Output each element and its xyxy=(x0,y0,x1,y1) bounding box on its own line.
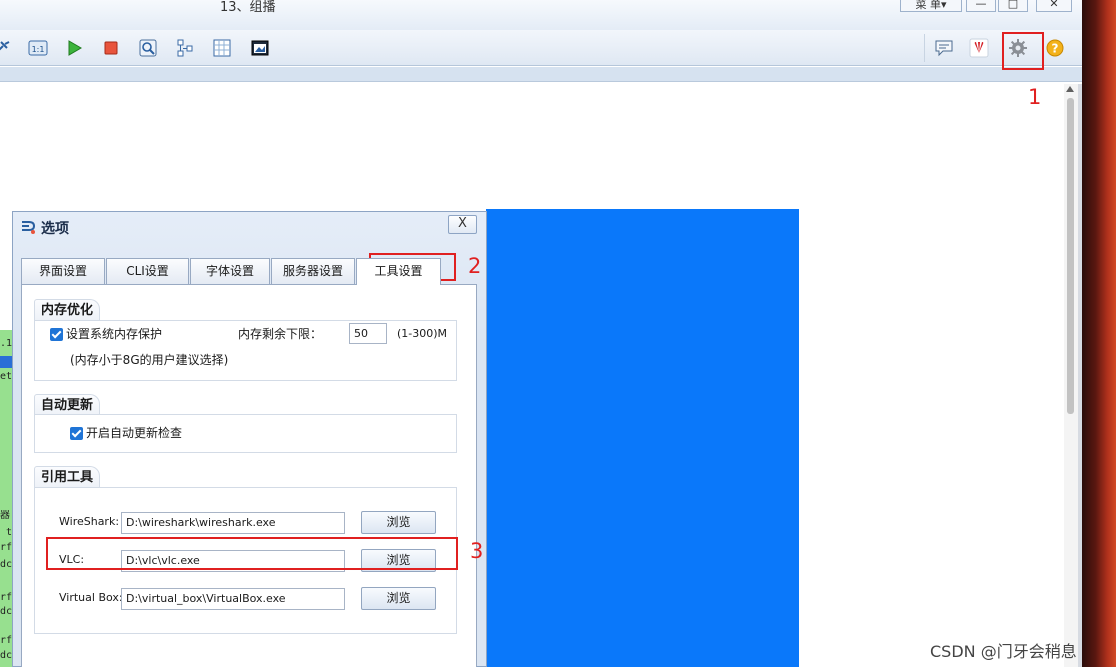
dialog-app-icon xyxy=(20,218,37,235)
scroll-up-arrow-icon[interactable] xyxy=(1066,86,1074,92)
memory-limit-label: 内存剩余下限： xyxy=(238,327,323,341)
window-title: 13、组播 xyxy=(220,0,276,15)
dialog-title: 选项 xyxy=(41,221,69,237)
stop-icon[interactable] xyxy=(101,38,121,58)
cli-text-strip: .1 et 器 t rf dc rf dc rf dc xyxy=(0,330,12,667)
virtualbox-path-input[interactable]: D:\virtual_box\VirtualBox.exe xyxy=(121,588,345,610)
svg-text:1:1: 1:1 xyxy=(32,45,45,54)
wireshark-path-input[interactable]: D:\wireshark\wireshark.exe xyxy=(121,512,345,534)
connect-icon[interactable] xyxy=(0,38,12,58)
cli-line: et xyxy=(0,371,12,382)
toolbar: 1:1 ? xyxy=(0,30,1082,66)
memory-protect-label: 设置系统内存保护 xyxy=(66,327,163,341)
cli-line: .1 xyxy=(0,338,12,349)
scrollbar-thumb[interactable] xyxy=(1067,98,1074,414)
tab-server-settings[interactable]: 服务器设置 xyxy=(271,258,355,284)
memory-protect-checkbox[interactable] xyxy=(50,328,63,341)
update-group: 开启自动更新检查 xyxy=(34,414,457,453)
annotation-box-1 xyxy=(1002,32,1044,70)
toolbar-separator xyxy=(924,34,925,62)
annotation-box-3 xyxy=(46,537,458,570)
svg-text:?: ? xyxy=(1052,42,1059,56)
topology-workspace-area[interactable] xyxy=(486,209,799,667)
cli-line: rf xyxy=(0,635,12,646)
tab-tool-settings[interactable]: 工具设置 xyxy=(356,258,441,285)
screenshot-icon[interactable] xyxy=(250,38,270,58)
tool-settings-panel: 内存优化 设置系统内存保护 内存剩余下限： 50 (1-300)M (内存小于8… xyxy=(21,284,477,667)
tab-font-settings[interactable]: 字体设置 xyxy=(190,258,270,284)
toolbar-bottom-strip xyxy=(0,67,1082,82)
csdn-watermark: CSDN @门牙会稍息 xyxy=(930,642,1077,661)
annotation-number-1: 1 xyxy=(1028,85,1042,109)
wireshark-label: WireShark: xyxy=(59,515,120,528)
cli-line: dc xyxy=(0,559,12,570)
memory-limit-input[interactable]: 50 xyxy=(349,323,387,344)
cli-line: rf xyxy=(0,592,12,603)
update-group-title: 自动更新 xyxy=(34,394,101,415)
wireshark-browse-button[interactable]: 浏览 xyxy=(361,511,436,534)
minimize-button[interactable]: — xyxy=(966,0,996,12)
desktop-background xyxy=(1082,0,1116,667)
annotation-number-3: 3 xyxy=(470,539,484,563)
start-icon[interactable] xyxy=(64,38,84,58)
title-bar: 13、组播 菜 单▾ — □ ✕ xyxy=(0,0,1082,30)
options-dialog: 选项 X 界面设置 CLI设置 字体设置 服务器设置 工具设置 内存优化 设置系… xyxy=(12,211,487,667)
grid-icon[interactable] xyxy=(212,38,232,58)
huawei-logo-icon[interactable] xyxy=(969,38,989,58)
memory-range-hint: (1-300)M xyxy=(397,327,448,340)
tab-interface-settings[interactable]: 界面设置 xyxy=(21,258,105,284)
menu-button[interactable]: 菜 单▾ xyxy=(900,0,962,12)
cli-line: rf xyxy=(0,542,12,553)
cli-line: 器 xyxy=(0,510,10,521)
cli-line: dc xyxy=(0,606,12,617)
capture-icon[interactable] xyxy=(138,38,158,58)
dialog-close-button[interactable]: X xyxy=(448,215,477,234)
memory-group: 设置系统内存保护 内存剩余下限： 50 (1-300)M (内存小于8G的用户建… xyxy=(34,320,457,381)
tools-group-title: 引用工具 xyxy=(34,466,101,487)
auto-update-checkbox[interactable] xyxy=(70,427,83,440)
auto-update-label: 开启自动更新检查 xyxy=(86,426,183,440)
cli-selection xyxy=(0,356,12,368)
chat-icon[interactable] xyxy=(934,38,954,58)
memory-note: (内存小于8G的用户建议选择) xyxy=(70,353,229,367)
cli-icon[interactable]: 1:1 xyxy=(28,38,48,58)
annotation-number-2: 2 xyxy=(468,254,482,278)
topology-icon[interactable] xyxy=(175,38,195,58)
help-icon[interactable]: ? xyxy=(1045,38,1065,58)
maximize-button[interactable]: □ xyxy=(998,0,1028,12)
cli-line: dc xyxy=(0,650,12,661)
virtualbox-label: Virtual Box: xyxy=(59,591,123,604)
tab-cli-settings[interactable]: CLI设置 xyxy=(106,258,189,284)
virtualbox-browse-button[interactable]: 浏览 xyxy=(361,587,436,610)
memory-group-title: 内存优化 xyxy=(34,299,101,320)
close-window-button[interactable]: ✕ xyxy=(1036,0,1072,12)
